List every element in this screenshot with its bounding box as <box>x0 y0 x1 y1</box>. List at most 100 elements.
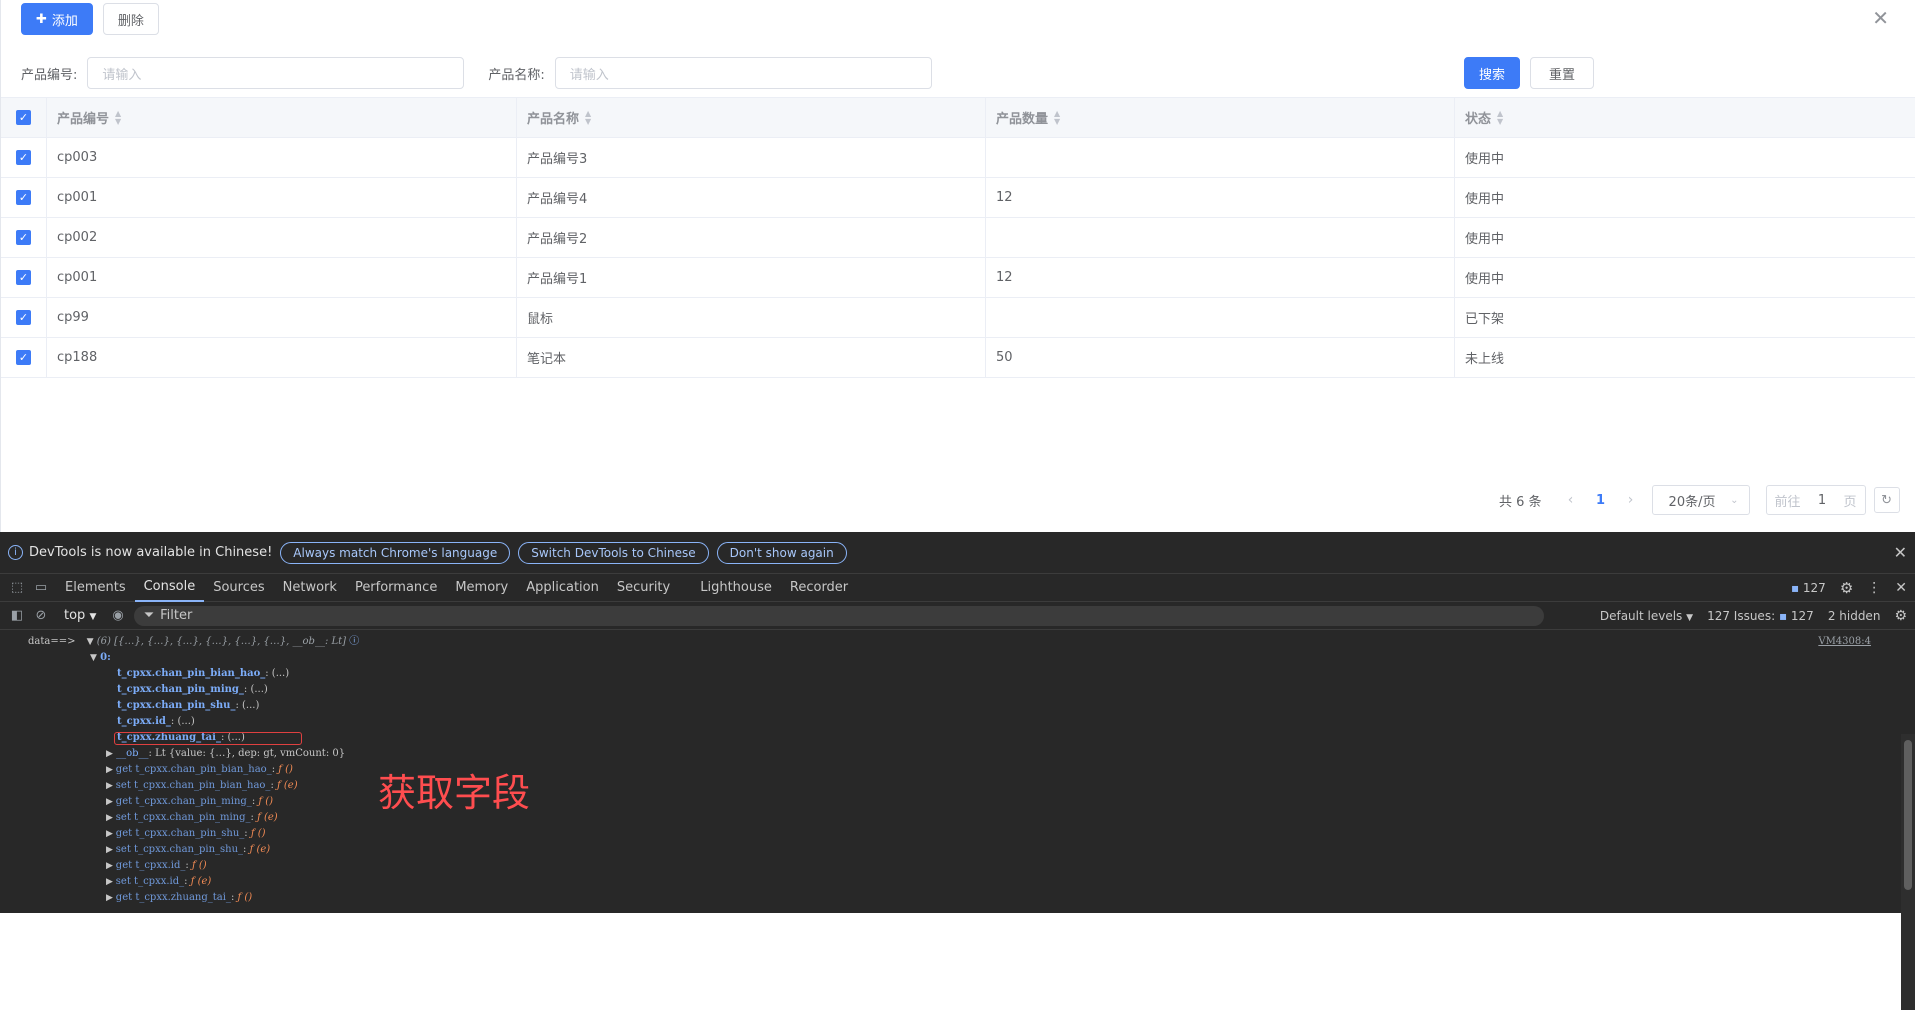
gear-icon[interactable]: ⚙ <box>1840 579 1853 597</box>
property-line[interactable]: t_cpxx.id_: (...) <box>0 714 1915 730</box>
row-checkbox[interactable]: ✓ <box>16 310 31 325</box>
close-icon[interactable]: ✕ <box>1894 543 1907 562</box>
dont-show-button[interactable]: Don't show again <box>716 541 847 564</box>
row-checkbox[interactable]: ✓ <box>16 270 31 285</box>
tab-recorder[interactable]: Recorder <box>781 574 857 602</box>
tab-network[interactable]: Network <box>274 574 346 602</box>
row-checkbox-cell[interactable]: ✓ <box>1 178 47 217</box>
accessor-line[interactable]: ▶ get t_cpxx.id_: ƒ () <box>0 858 1915 874</box>
prev-page-icon[interactable]: ‹ <box>1556 492 1586 508</box>
accessor-line[interactable]: ▶ get t_cpxx.chan_pin_bian_hao_: ƒ () <box>0 762 1915 778</box>
tab-elements[interactable]: Elements <box>56 574 135 602</box>
console-scrollbar[interactable] <box>1901 734 1915 1010</box>
property-line[interactable]: t_cpxx.zhuang_tai_: (...) <box>0 730 1915 746</box>
header-quantity[interactable]: 产品数量 ▲ ▼ <box>986 98 1455 137</box>
table-row[interactable]: ✓ cp001 产品编号1 12 使用中 <box>1 258 1915 298</box>
expand-triangle-icon[interactable]: ▶ <box>106 813 116 823</box>
tab-lighthouse[interactable]: Lighthouse <box>691 574 781 602</box>
tab-application[interactable]: Application <box>517 574 608 602</box>
tab-sources[interactable]: Sources <box>204 574 273 602</box>
eye-icon[interactable]: ◉ <box>112 608 123 623</box>
expand-triangle-icon[interactable]: ▶ <box>106 829 116 839</box>
accessor-line[interactable]: ▶ set t_cpxx.chan_pin_shu_: ƒ (e) <box>0 842 1915 858</box>
tab-performance[interactable]: Performance <box>346 574 446 602</box>
gear-icon[interactable]: ⚙ <box>1894 608 1907 624</box>
table-row[interactable]: ✓ cp188 笔记本 50 未上线 <box>1 338 1915 378</box>
row-checkbox-cell[interactable]: ✓ <box>1 258 47 297</box>
tab-memory[interactable]: Memory <box>446 574 517 602</box>
match-language-button[interactable]: Always match Chrome's language <box>280 541 511 564</box>
search-button[interactable]: 搜索 <box>1464 57 1521 89</box>
expand-triangle-icon[interactable]: ▶ <box>106 861 116 871</box>
expand-triangle-icon[interactable]: ▶ <box>106 765 116 775</box>
context-select[interactable]: top ▼ <box>64 608 96 623</box>
sort-icon[interactable]: ▲ ▼ <box>1054 109 1060 126</box>
switch-language-button[interactable]: Switch DevTools to Chinese <box>518 541 709 564</box>
row-checkbox-cell[interactable]: ✓ <box>1 338 47 377</box>
header-name[interactable]: 产品名称 ▲ ▼ <box>517 98 986 137</box>
refresh-icon[interactable]: ↻ <box>1873 487 1900 513</box>
issues-badge[interactable]: ▪ 127 <box>1791 581 1826 595</box>
delete-button[interactable]: 删除 <box>102 3 159 35</box>
row-checkbox-cell[interactable]: ✓ <box>1 218 47 257</box>
expand-triangle-icon[interactable]: ▶ <box>106 781 116 791</box>
expand-triangle-icon[interactable]: ▶ <box>106 845 116 855</box>
row-checkbox[interactable]: ✓ <box>16 190 31 205</box>
header-code[interactable]: 产品编号 ▲ ▼ <box>47 98 517 137</box>
table-row[interactable]: ✓ cp003 产品编号3 使用中 <box>1 138 1915 178</box>
accessor-line[interactable]: ▶ get t_cpxx.chan_pin_ming_: ƒ () <box>0 794 1915 810</box>
row-checkbox[interactable]: ✓ <box>16 230 31 245</box>
close-icon[interactable]: ✕ <box>1872 6 1889 30</box>
more-icon[interactable]: ⋮ <box>1867 580 1881 596</box>
expand-triangle-icon[interactable]: ▶ <box>106 797 116 807</box>
name-input[interactable]: 请输入 <box>554 57 932 89</box>
row-checkbox[interactable]: ✓ <box>16 150 31 165</box>
expand-triangle-icon[interactable]: ▶ <box>106 877 116 887</box>
code-input[interactable]: 请输入 <box>87 57 465 89</box>
row-checkbox-cell[interactable]: ✓ <box>1 138 47 177</box>
clear-console-icon[interactable]: ⊘ <box>32 608 50 623</box>
expand-triangle-icon[interactable]: ▶ <box>106 893 116 903</box>
expand-triangle-icon[interactable]: ▼ <box>87 637 94 647</box>
tab-security[interactable]: Security <box>608 574 679 602</box>
add-button[interactable]: ✚ 添加 <box>21 3 93 35</box>
ob-line[interactable]: ▶ __ob__: Lt {value: {…}, dep: gt, vmCou… <box>0 746 1915 762</box>
property-line[interactable]: t_cpxx.chan_pin_shu_: (...) <box>0 698 1915 714</box>
device-toolbar-icon[interactable]: ▭ <box>32 580 50 595</box>
select-all-checkbox[interactable]: ✓ <box>16 110 31 125</box>
console-index-line[interactable]: ▼ 0: <box>0 650 1915 666</box>
tab-console[interactable]: Console <box>134 574 205 602</box>
header-status[interactable]: 状态 ▲ ▼ <box>1455 98 1915 137</box>
next-page-icon[interactable]: › <box>1616 492 1646 508</box>
console-log-line[interactable]: data==> ▼ (6) [{…}, {…}, {…}, {…}, {…}, … <box>0 634 1915 650</box>
goto-input[interactable]: 1 <box>1818 493 1826 508</box>
levels-select[interactable]: Default levels ▼ <box>1600 609 1693 623</box>
sort-icon[interactable]: ▲ ▼ <box>115 109 121 126</box>
table-row[interactable]: ✓ cp001 产品编号4 12 使用中 <box>1 178 1915 218</box>
row-checkbox-cell[interactable]: ✓ <box>1 298 47 337</box>
accessor-line[interactable]: ▶ set t_cpxx.chan_pin_ming_: ƒ (e) <box>0 810 1915 826</box>
select-all-cell[interactable]: ✓ <box>1 98 47 137</box>
row-checkbox[interactable]: ✓ <box>16 350 31 365</box>
table-row[interactable]: ✓ cp99 鼠标 已下架 <box>1 298 1915 338</box>
page-size-select[interactable]: 20条/页 ⌄ <box>1651 485 1750 515</box>
accessor-line[interactable]: ▶ set t_cpxx.id_: ƒ (e) <box>0 874 1915 890</box>
close-icon[interactable]: ✕ <box>1895 580 1907 596</box>
expand-triangle-icon[interactable]: ▶ <box>106 749 113 759</box>
issues-summary[interactable]: 127 Issues: ▪ 127 <box>1707 609 1814 623</box>
accessor-line[interactable]: ▶ get t_cpxx.zhuang_tai_: ƒ () <box>0 890 1915 906</box>
sort-icon[interactable]: ▲ ▼ <box>1497 109 1503 126</box>
scrollbar-thumb[interactable] <box>1904 740 1912 890</box>
table-row[interactable]: ✓ cp002 产品编号2 使用中 <box>1 218 1915 258</box>
property-line[interactable]: t_cpxx.chan_pin_ming_: (...) <box>0 682 1915 698</box>
filter-input[interactable]: ⏷ Filter <box>133 605 1544 626</box>
page-number[interactable]: 1 <box>1586 493 1616 508</box>
reset-button[interactable]: 重置 <box>1530 57 1595 89</box>
expand-triangle-icon[interactable]: ▼ <box>90 653 97 663</box>
accessor-line[interactable]: ▶ get t_cpxx.chan_pin_shu_: ƒ () <box>0 826 1915 842</box>
accessor-line[interactable]: ▶ set t_cpxx.chan_pin_bian_hao_: ƒ (e) <box>0 778 1915 794</box>
property-line[interactable]: t_cpxx.chan_pin_bian_hao_: (...) <box>0 666 1915 682</box>
inspect-icon[interactable]: ⬚ <box>8 580 26 595</box>
sort-icon[interactable]: ▲ ▼ <box>585 109 591 126</box>
sidebar-toggle-icon[interactable]: ◧ <box>8 608 26 623</box>
